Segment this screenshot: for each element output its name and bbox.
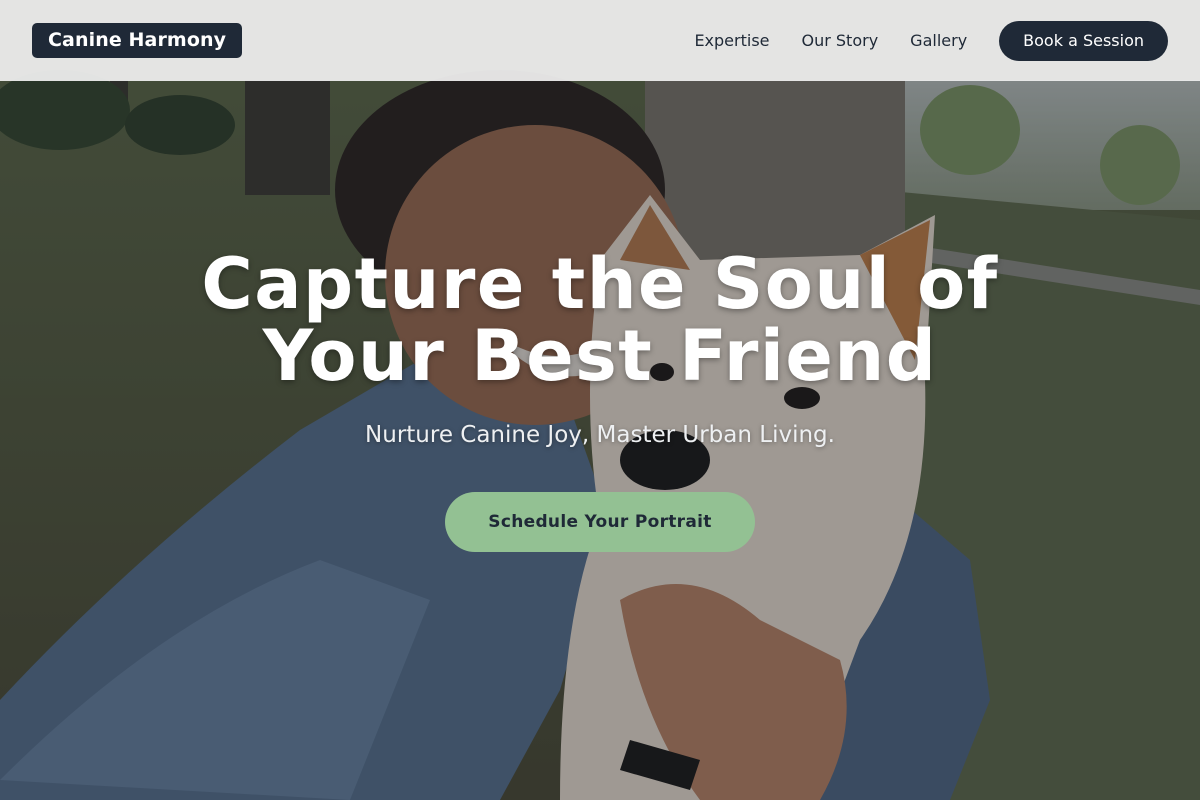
brand-logo[interactable]: Canine Harmony (32, 23, 243, 58)
nav-link-expertise[interactable]: Expertise (694, 31, 769, 50)
main-nav: Expertise Our Story Gallery Book a Sessi… (694, 20, 1168, 61)
site-header: Canine Harmony Expertise Our Story Galle… (0, 0, 1200, 81)
nav-link-our-story[interactable]: Our Story (802, 31, 879, 50)
hero-title-line-2: Your Best Friend (262, 315, 938, 397)
hero-title-line-1: Capture the Soul of (201, 243, 999, 325)
hero-subtitle: Nurture Canine Joy, Master Urban Living. (365, 422, 835, 448)
hero-title: Capture the Soul of Your Best Friend (0, 248, 1200, 392)
hero-section: Capture the Soul of Your Best Friend Nur… (0, 248, 1200, 552)
book-session-button[interactable]: Book a Session (999, 20, 1168, 61)
nav-link-gallery[interactable]: Gallery (910, 31, 967, 50)
schedule-portrait-button[interactable]: Schedule Your Portrait (445, 492, 755, 552)
